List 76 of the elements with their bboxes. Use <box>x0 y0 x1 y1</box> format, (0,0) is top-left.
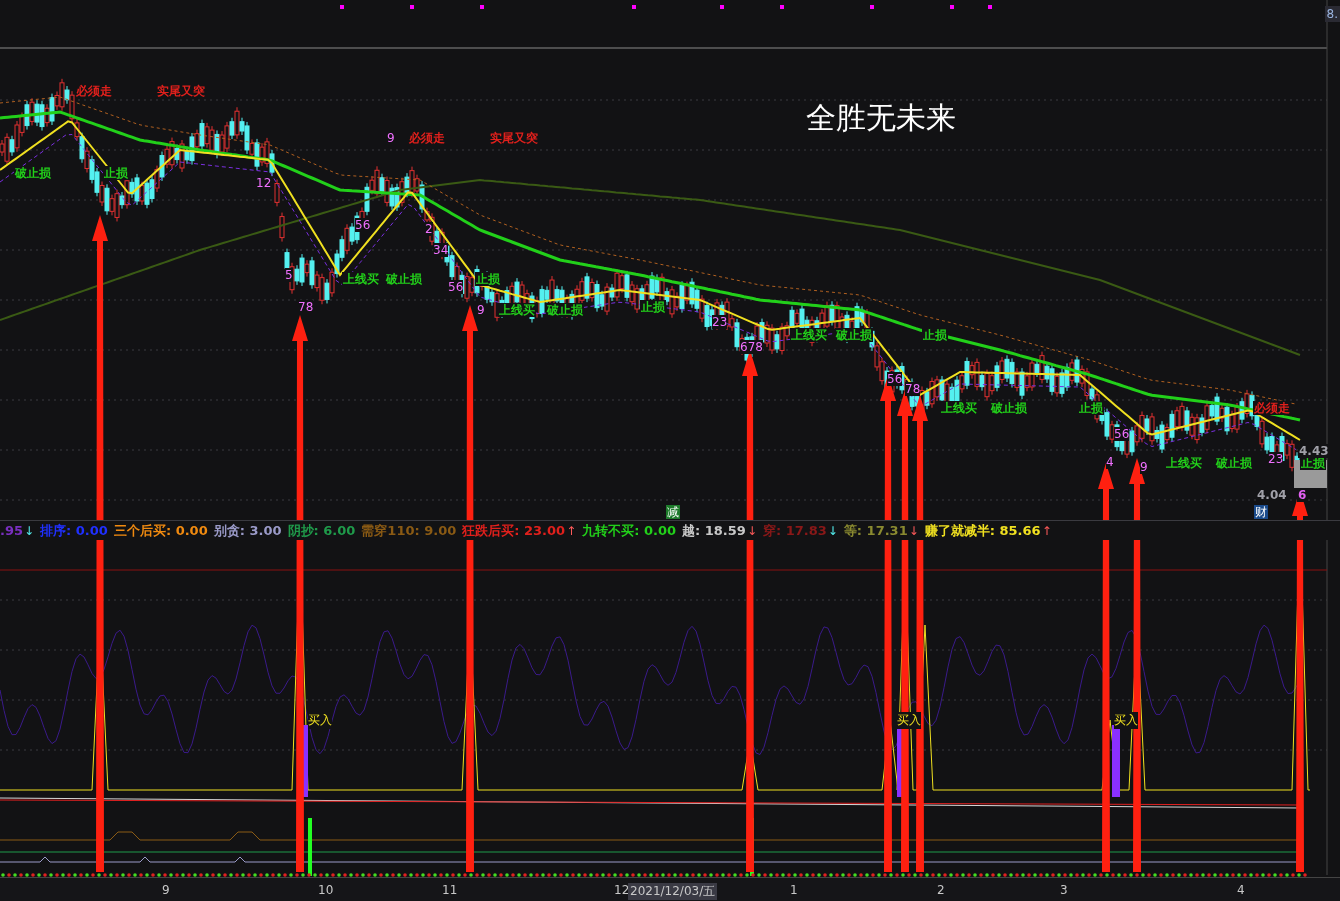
axis-label: 3 <box>1059 883 1069 897</box>
indicator-value: 穿: 17.83 <box>762 521 827 540</box>
signal-tag: 财 <box>1254 505 1268 519</box>
signal-label: 破止损 <box>385 272 423 286</box>
count-label: 2 <box>425 222 433 236</box>
trend-arrow: ↑ <box>1041 523 1052 538</box>
count-label: 9 <box>387 131 395 145</box>
count-label: 56 <box>1114 427 1130 441</box>
signal-label: 上线买 <box>498 303 536 317</box>
trend-arrow: ↓ <box>24 523 35 538</box>
indicator-value: 狂跌后买: 23.00 <box>462 521 566 540</box>
signal-label: 实尾又突 <box>489 131 539 145</box>
trend-arrow: ↑ <box>566 523 577 538</box>
indicator-value: 别贪: 3.00 <box>213 521 282 540</box>
signal-label: 必须走 <box>75 84 113 98</box>
count-label: 9 <box>1140 460 1148 474</box>
count-label: 56 <box>887 372 903 386</box>
count-label: 78 <box>905 382 921 396</box>
count-label: 678 <box>740 340 763 354</box>
axis-label: 4 <box>1236 883 1246 897</box>
axis-label: 2 <box>936 883 946 897</box>
count-label: 78 <box>298 300 314 314</box>
buy-label: 买入 <box>897 712 921 729</box>
indicator-value: 越: 18.59 <box>682 521 746 540</box>
count-label: 56 <box>355 218 371 232</box>
axis-label: 1 <box>789 883 799 897</box>
trend-arrow: ↓ <box>827 523 838 538</box>
indicator-value: 排序: 0.00 <box>40 521 108 540</box>
signal-label: 破止损 <box>546 303 584 317</box>
count-label: 56 <box>448 280 464 294</box>
trend-arrow: ↓ <box>746 523 757 538</box>
signal-label: 上线买 <box>1165 456 1203 470</box>
indicator-value: 三个后买: 0.00 <box>113 521 208 540</box>
signal-label: 止损 <box>1078 401 1104 415</box>
indicator-value: 九转不买: 0.00 <box>582 521 676 540</box>
count-label: 4 <box>1106 455 1114 469</box>
signal-label: 必须走 <box>408 131 446 145</box>
signal-tag: 减 <box>666 505 680 519</box>
signal-label: 6 <box>1297 488 1308 502</box>
signal-label: 4.43 <box>1298 444 1330 458</box>
buy-label: 买入 <box>1114 712 1138 729</box>
signal-label: 上线买 <box>790 328 828 342</box>
indicator-value: 需穿110: 9.00 <box>361 521 457 540</box>
signal-label: 上线买 <box>342 272 380 286</box>
signal-label: 止损 <box>475 272 501 286</box>
count-label: 23 <box>1268 452 1284 466</box>
axis-label: 11 <box>441 883 459 897</box>
signal-label: 止损 <box>922 328 948 342</box>
count-label: 34 <box>433 243 449 257</box>
signal-label: 实尾又突 <box>156 84 206 98</box>
price-marker <box>1294 460 1327 488</box>
indicator-value: .95 <box>0 523 24 538</box>
signal-label: 破止损 <box>1215 456 1253 470</box>
count-label: 12 <box>256 176 272 190</box>
chart-title: 全胜无未来 <box>806 99 956 137</box>
count-label: 9 <box>477 303 485 317</box>
signal-label: 破止损 <box>14 166 52 180</box>
axis-label: 10 <box>317 883 335 897</box>
buy-label: 买入 <box>308 712 332 729</box>
signal-label: 上线买 <box>940 401 978 415</box>
count-label: 23 <box>712 315 728 329</box>
signal-label: 破止损 <box>835 328 873 342</box>
indicator-value: 阴抄: 6.00 <box>287 521 356 540</box>
axis-label: 12 <box>613 883 631 897</box>
indicator-value: 等: 17.31 <box>843 521 908 540</box>
signal-label: 4.04 <box>1256 488 1288 502</box>
signal-label: 必须走 <box>1253 401 1291 415</box>
trend-arrow: ↓ <box>908 523 919 538</box>
signal-label: 止损 <box>103 166 129 180</box>
axis-label: 9 <box>161 883 171 897</box>
signal-label: 破止损 <box>990 401 1028 415</box>
price-axis-label: 8. <box>1324 6 1340 22</box>
count-label: 5 <box>285 268 293 282</box>
signal-label: 止损 <box>640 300 666 314</box>
date-cursor-label: 2021/12/03/五 <box>628 883 718 900</box>
indicator-value: 赚了就减半: 85.66 <box>924 521 1041 540</box>
